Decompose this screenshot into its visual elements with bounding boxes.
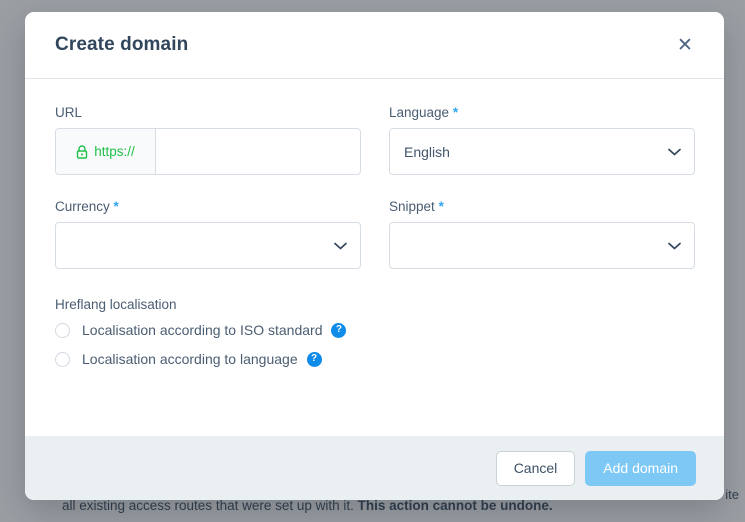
form-grid: URL https:// Language * English Currency…	[55, 105, 695, 293]
currency-select[interactable]	[55, 222, 361, 269]
chevron-down-icon	[334, 242, 347, 250]
add-domain-button[interactable]: Add domain	[585, 450, 696, 486]
field-currency: Currency *	[55, 199, 361, 269]
language-label: Language *	[389, 105, 459, 120]
currency-label: Currency *	[55, 199, 119, 214]
radio-circle-icon[interactable]	[55, 351, 70, 367]
modal-header: Create domain ✕	[25, 12, 724, 79]
chevron-down-icon	[668, 148, 681, 156]
hreflang-section: Hreflang localisation Localisation accor…	[55, 297, 694, 367]
close-icon[interactable]: ✕	[672, 32, 698, 58]
language-select-value: English	[404, 143, 450, 160]
modal-footer: Cancel Add domain	[25, 436, 724, 500]
url-prefix: https://	[56, 129, 156, 174]
url-input-wrapper[interactable]: https://	[55, 128, 361, 175]
radio-circle-icon[interactable]	[55, 322, 70, 338]
url-prefix-text: https://	[94, 144, 135, 159]
url-input[interactable]	[156, 129, 360, 174]
create-domain-modal: Create domain ✕ URL https:// Language * …	[25, 12, 724, 500]
radio-label: Localisation according to ISO standard	[82, 322, 323, 338]
snippet-select[interactable]	[389, 222, 695, 269]
help-icon[interactable]: ?	[306, 351, 322, 367]
radio-hreflang-iso[interactable]: Localisation according to ISO standard ?	[55, 322, 694, 338]
required-marker: *	[438, 199, 444, 214]
radio-hreflang-language[interactable]: Localisation according to language ?	[55, 351, 694, 367]
field-language: Language * English	[389, 105, 695, 175]
required-marker: *	[452, 105, 459, 120]
modal-body: URL https:// Language * English Currency…	[25, 79, 724, 436]
url-label: URL	[55, 105, 83, 120]
cancel-button[interactable]: Cancel	[495, 450, 576, 486]
required-marker: *	[113, 199, 119, 214]
hreflang-title: Hreflang localisation	[55, 297, 177, 312]
snippet-label: Snippet *	[389, 199, 444, 214]
page-title: Create domain	[55, 34, 189, 55]
chevron-down-icon	[668, 242, 681, 250]
field-snippet: Snippet *	[389, 199, 695, 269]
help-icon[interactable]: ?	[331, 322, 347, 338]
lock-icon	[76, 144, 88, 159]
field-url: URL https://	[55, 105, 361, 175]
radio-label: Localisation according to language	[82, 351, 298, 367]
language-select[interactable]: English	[389, 128, 695, 175]
